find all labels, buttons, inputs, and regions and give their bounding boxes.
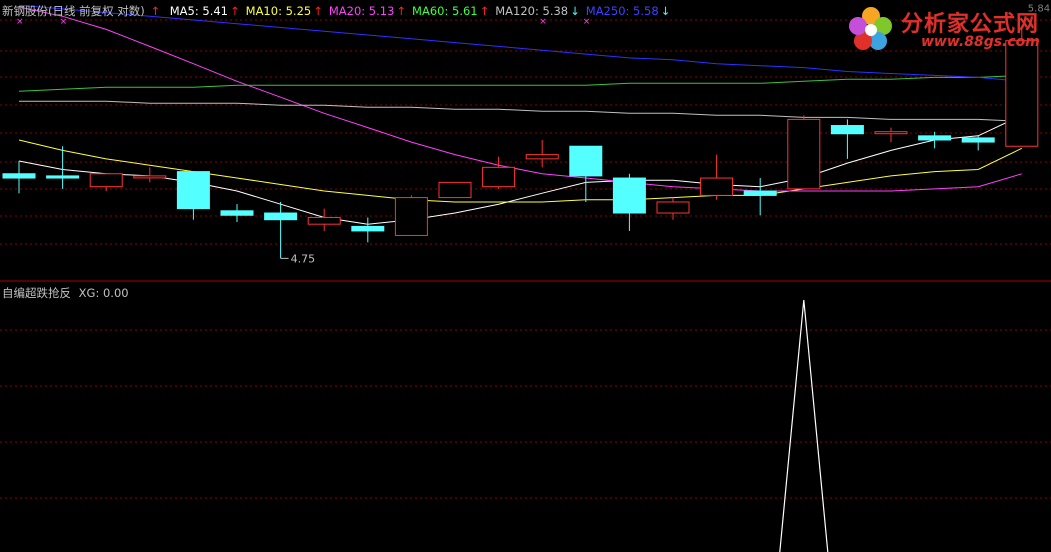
- candle-up[interactable]: [874, 131, 908, 135]
- stock-title: 新钢股份(日线 前复权 对数): [2, 4, 145, 18]
- candle-down[interactable]: [569, 145, 603, 177]
- ma-legend-item: MA10: 5.25: [245, 4, 312, 18]
- ma-legend-item: MA5: 5.41: [169, 4, 228, 18]
- up-arrow-icon: ↑: [150, 4, 161, 18]
- candle-down[interactable]: [176, 171, 210, 210]
- candle-up[interactable]: [787, 118, 821, 190]
- ma-legend-item: MA20: 5.13: [328, 4, 395, 18]
- candle-up[interactable]: [482, 166, 516, 188]
- candle-down[interactable]: [918, 135, 952, 141]
- ma-legend-item: MA250: 5.58: [585, 4, 659, 18]
- up-arrow-icon: ↑: [313, 4, 323, 18]
- indicator-value: XG: 0.00: [78, 286, 129, 300]
- logo-url: www.88gs.com: [921, 34, 1040, 50]
- candle-down[interactable]: [351, 225, 385, 232]
- up-arrow-icon: ↑: [396, 4, 407, 18]
- main-chart-header: 新钢股份(日线 前复权 对数) ↑ MA5: 5.41 ↑ MA10: 5.25 ↑ M…: [2, 3, 674, 19]
- down-arrow-icon: ↓: [570, 4, 580, 18]
- indicator-header: 自编超跌抢反 XG: 0.00: [2, 285, 129, 301]
- candle-down[interactable]: [743, 190, 777, 196]
- candle-up[interactable]: [394, 197, 428, 236]
- candle-down[interactable]: [830, 125, 864, 135]
- candle-down[interactable]: [961, 137, 995, 143]
- candle-up[interactable]: [89, 173, 123, 188]
- ma60-line: [18, 74, 1022, 92]
- kline-window: 4.75 5.84 × × × × 新钢股份(日线 前复权 对数) ↑ MA5: 5.41…: [0, 0, 1051, 552]
- candle-up[interactable]: [307, 216, 341, 225]
- xg-signal-line: [779, 299, 829, 552]
- ma-legend-item: MA120: 5.38: [495, 4, 569, 18]
- candle-up[interactable]: [438, 181, 472, 199]
- up-arrow-icon: ↑: [479, 4, 490, 18]
- candle-down[interactable]: [46, 175, 80, 179]
- candle-up[interactable]: [525, 154, 559, 160]
- low-price-label: 4.75: [291, 252, 316, 265]
- candle-up[interactable]: [656, 201, 690, 214]
- ma10-line: [18, 139, 1023, 203]
- ma120-line: [19, 100, 1022, 122]
- candle-up[interactable]: [700, 177, 734, 196]
- ma-legend-item: MA60: 5.61: [412, 4, 478, 18]
- candle-up[interactable]: [133, 175, 167, 179]
- flower-logo-icon: [849, 7, 892, 50]
- chart-canvas[interactable]: 4.755.84× × × ×: [0, 0, 1051, 552]
- candle-down[interactable]: [220, 210, 254, 216]
- indicator-title: 自编超跌抢反: [2, 286, 71, 300]
- candle-up[interactable]: [1005, 40, 1039, 147]
- candle-down[interactable]: [2, 173, 36, 179]
- ma-legend: MA5: 5.41 ↑ MA10: 5.25 ↑ MA20: 5.13 ↑ MA60: 5.…: [166, 4, 673, 18]
- up-arrow-icon: ↑: [230, 4, 240, 18]
- down-arrow-icon: ↓: [660, 4, 671, 18]
- site-logo: 分析家公式网 www.88gs.com: [845, 4, 1045, 52]
- candle-down[interactable]: [612, 177, 646, 214]
- candle-down[interactable]: [264, 212, 298, 221]
